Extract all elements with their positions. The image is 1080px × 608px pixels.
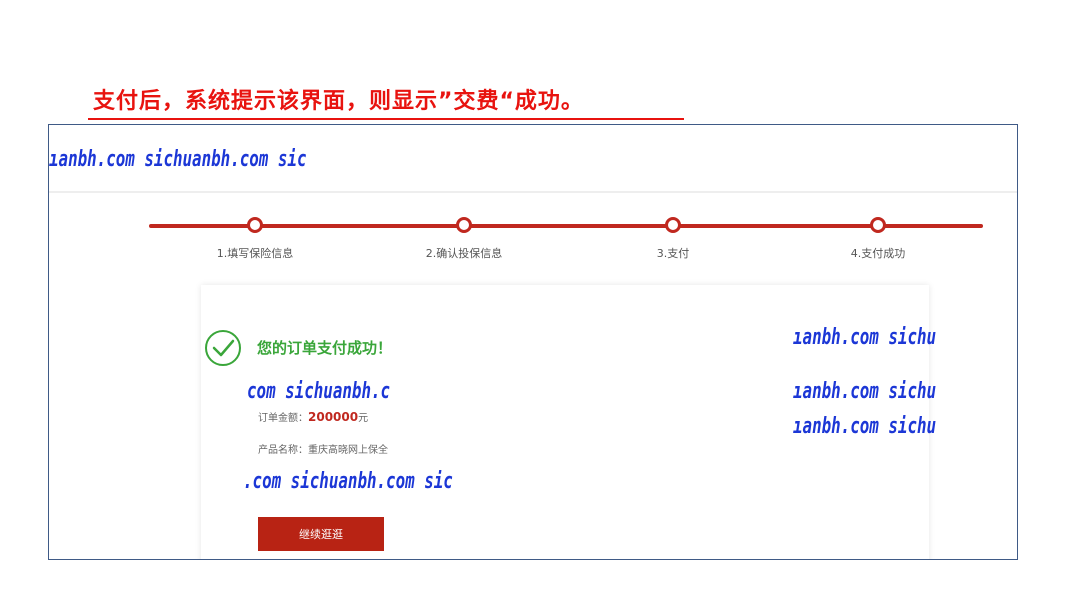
continue-shopping-button[interactable]: 继续逛逛: [258, 517, 384, 551]
step-label-3: 3.支付: [656, 247, 690, 260]
product-name-value: 重庆高晓网上保全: [308, 445, 388, 456]
order-amount-label: 订单金额：: [258, 413, 308, 424]
watermark-right-2: ıanbh.com sichu: [793, 379, 937, 404]
product-name: 产品名称：重庆高晓网上保全: [258, 441, 388, 456]
order-amount-unit: 元: [358, 413, 369, 424]
check-circle-icon: [205, 330, 241, 366]
success-message: 您的订单支付成功！: [257, 339, 393, 357]
step-node-2: [456, 217, 472, 233]
step-node-1: [247, 217, 263, 233]
watermark-top: ıanbh.com sichuanbh.com sic: [49, 147, 307, 172]
step-node-3: [665, 217, 681, 233]
caption-underline: [88, 118, 684, 120]
slide-caption: 支付后，系统提示该界面，则显示”交费“成功。: [93, 89, 584, 114]
order-amount-value: 200000: [308, 410, 359, 424]
watermark-right-3: ıanbh.com sichu: [793, 414, 937, 439]
order-amount: 订单金额：200000元: [258, 409, 368, 424]
step-label-4: 4.支付成功: [850, 247, 906, 260]
watermark-left-1: com sichuanbh.c: [247, 379, 391, 404]
screenshot-frame: ıanbh.com sichuanbh.com sic 1.填写保险信息 2.确…: [48, 124, 1018, 560]
watermark-left-2: .com sichuanbh.com sic: [243, 469, 453, 494]
step-label-1: 1.填写保险信息: [216, 247, 294, 260]
step-label-2: 2.确认投保信息: [425, 247, 503, 260]
watermark-right-1: ıanbh.com sichu: [793, 325, 937, 350]
step-node-4: [870, 217, 886, 233]
product-name-label: 产品名称：: [258, 445, 308, 456]
progress-track: [149, 224, 983, 228]
